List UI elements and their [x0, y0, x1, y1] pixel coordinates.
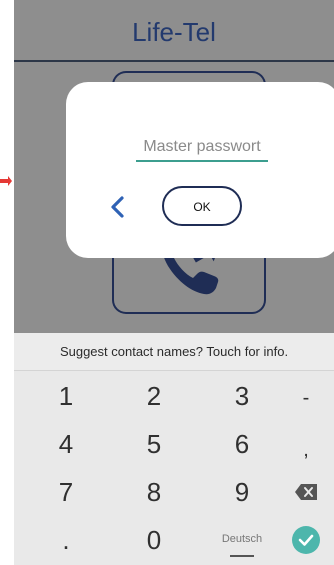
key-period[interactable]: .: [26, 517, 106, 563]
app-title: Life-Tel: [132, 17, 216, 47]
key-6[interactable]: 6: [202, 421, 282, 467]
language-underline: [230, 555, 254, 557]
arrow-fragment-icon: [0, 176, 12, 186]
key-minus[interactable]: -: [276, 375, 334, 421]
key-9[interactable]: 9: [202, 469, 282, 515]
key-comma[interactable]: ,: [276, 427, 334, 473]
backspace-key[interactable]: [276, 469, 334, 515]
password-dialog: OK: [66, 82, 334, 258]
chevron-left-icon[interactable]: [106, 194, 130, 220]
key-2[interactable]: 2: [114, 373, 194, 419]
key-8[interactable]: 8: [114, 469, 194, 515]
key-0[interactable]: 0: [114, 517, 194, 563]
app-screen: Life-Tel OK: [14, 0, 334, 333]
title-divider: [14, 60, 334, 62]
left-margin: [0, 0, 14, 565]
suggestion-bar[interactable]: Suggest contact names? Touch for info.: [14, 333, 334, 371]
key-3[interactable]: 3: [202, 373, 282, 419]
enter-key[interactable]: [276, 517, 334, 563]
key-4[interactable]: 4: [26, 421, 106, 467]
key-1[interactable]: 1: [26, 373, 106, 419]
key-7[interactable]: 7: [26, 469, 106, 515]
backspace-icon: [295, 484, 317, 500]
check-icon: [292, 526, 320, 554]
key-5[interactable]: 5: [114, 421, 194, 467]
master-password-input[interactable]: [136, 134, 268, 162]
soft-keyboard: Suggest contact names? Touch for info. 1…: [14, 333, 334, 565]
ok-button[interactable]: OK: [162, 186, 242, 226]
screen: Life-Tel OK Suggest contact names? Touch…: [0, 0, 334, 565]
